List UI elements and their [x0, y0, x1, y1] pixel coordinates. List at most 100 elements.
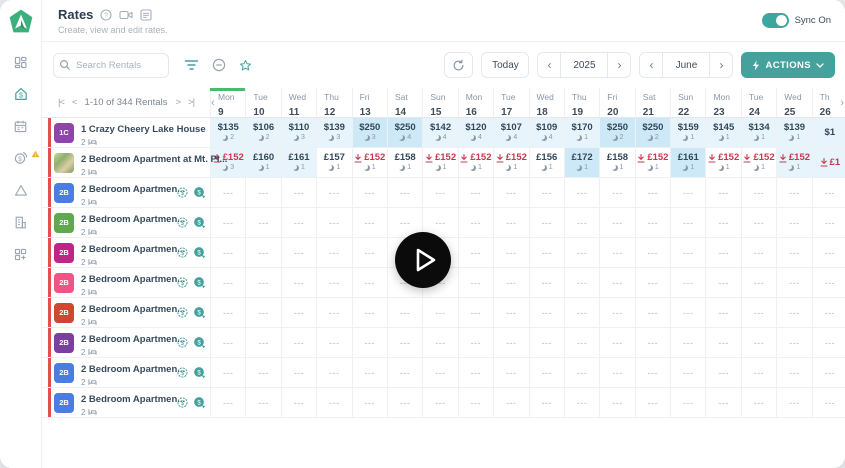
rate-cell[interactable]: --- — [564, 388, 599, 417]
rate-cell[interactable]: --- — [245, 178, 280, 207]
rate-cell[interactable]: --- — [493, 358, 528, 387]
rate-cell[interactable]: $2504 — [387, 118, 422, 147]
rate-cell[interactable]: --- — [352, 358, 387, 387]
video-icon[interactable] — [119, 9, 133, 21]
rental-name-cell[interactable]: 2B2 Bedroom Apartmen...2 $$ — [42, 358, 210, 387]
rate-cell[interactable]: $2502 — [599, 118, 634, 147]
rate-cell[interactable]: --- — [281, 238, 316, 267]
minus-circle-icon[interactable] — [212, 58, 226, 72]
rate-cell[interactable]: £1601 — [245, 148, 280, 177]
rate-cell[interactable]: --- — [599, 328, 634, 357]
rate-cell[interactable]: --- — [705, 268, 740, 297]
filter-icon[interactable] — [184, 59, 199, 71]
rate-cell[interactable]: £1521 — [458, 148, 493, 177]
rate-cell[interactable]: --- — [458, 268, 493, 297]
edit-rate-icon[interactable]: $ — [193, 216, 206, 229]
help-icon[interactable]: ? — [100, 9, 112, 21]
rate-cell[interactable]: --- — [776, 178, 811, 207]
refresh-button[interactable] — [444, 52, 473, 78]
actions-button[interactable]: ACTIONS — [741, 52, 835, 78]
rate-cell[interactable]: £1521 — [705, 148, 740, 177]
rate-cell[interactable]: --- — [599, 298, 634, 327]
rate-cell[interactable]: --- — [281, 358, 316, 387]
edit-rate-icon[interactable]: $ — [193, 276, 206, 289]
rate-cell[interactable]: £1521 — [635, 148, 670, 177]
rate-cell[interactable]: $1391 — [776, 118, 811, 147]
rate-cell[interactable]: --- — [741, 298, 776, 327]
rate-cell[interactable]: --- — [210, 358, 245, 387]
rate-cell[interactable]: --- — [387, 328, 422, 357]
sidebar-item-reports[interactable] — [0, 206, 42, 238]
rate-cell[interactable]: --- — [281, 298, 316, 327]
rate-cell[interactable]: --- — [281, 178, 316, 207]
rate-cell[interactable]: --- — [705, 298, 740, 327]
rate-cell[interactable]: --- — [352, 328, 387, 357]
rate-cell[interactable]: --- — [493, 328, 528, 357]
rate-cell[interactable]: --- — [529, 298, 564, 327]
rate-cell[interactable]: --- — [316, 268, 351, 297]
rate-cell[interactable]: --- — [352, 298, 387, 327]
rate-cell[interactable]: £1581 — [599, 148, 634, 177]
edit-rate-icon[interactable]: $ — [193, 246, 206, 259]
rental-name-cell[interactable]: 2B2 Bedroom Apartmen...2 $$ — [42, 298, 210, 327]
app-logo-icon[interactable] — [8, 8, 34, 34]
rate-cell[interactable]: --- — [776, 388, 811, 417]
rate-cell[interactable]: $1591 — [670, 118, 705, 147]
rate-cell[interactable]: --- — [705, 238, 740, 267]
rate-cell[interactable]: £1721 — [564, 148, 599, 177]
rate-cell[interactable]: £1 — [812, 148, 845, 177]
rate-cell[interactable]: --- — [635, 328, 670, 357]
rate-cell[interactable]: --- — [210, 298, 245, 327]
rate-cell[interactable]: --- — [352, 208, 387, 237]
rate-cell[interactable]: --- — [564, 358, 599, 387]
rate-cell[interactable]: --- — [245, 298, 280, 327]
rate-cell[interactable]: --- — [812, 328, 845, 357]
rate-cell[interactable]: --- — [210, 208, 245, 237]
rate-cell[interactable]: --- — [670, 208, 705, 237]
rate-cell[interactable]: --- — [635, 298, 670, 327]
rate-cell[interactable]: --- — [352, 178, 387, 207]
rate-cell[interactable]: $1094 — [529, 118, 564, 147]
rate-cell[interactable]: --- — [422, 328, 457, 357]
rate-cell[interactable]: $2502 — [635, 118, 670, 147]
rate-cell[interactable]: --- — [458, 328, 493, 357]
rate-settings-icon[interactable]: $ — [176, 306, 189, 319]
year-next-button[interactable]: › — [607, 52, 631, 78]
rate-cell[interactable]: --- — [458, 178, 493, 207]
rate-cell[interactable]: --- — [245, 358, 280, 387]
year-value[interactable]: 2025 — [560, 52, 608, 78]
rate-cell[interactable]: --- — [812, 298, 845, 327]
rate-cell[interactable]: --- — [670, 298, 705, 327]
rate-cell[interactable]: £1521 — [776, 148, 811, 177]
rate-cell[interactable]: --- — [529, 388, 564, 417]
notes-icon[interactable] — [140, 9, 152, 21]
rental-name-cell[interactable]: 2B2 Bedroom Apartmen...2 $$ — [42, 238, 210, 267]
rate-cell[interactable]: --- — [422, 388, 457, 417]
pagination-first-button[interactable]: |< — [58, 97, 64, 108]
rate-cell[interactable]: --- — [245, 208, 280, 237]
rate-cell[interactable]: --- — [635, 238, 670, 267]
rate-cell[interactable]: --- — [281, 328, 316, 357]
month-value[interactable]: June — [662, 52, 710, 78]
rate-cell[interactable]: $1393 — [316, 118, 351, 147]
rate-cell[interactable]: --- — [210, 388, 245, 417]
rate-cell[interactable]: --- — [493, 178, 528, 207]
rate-cell[interactable]: --- — [564, 208, 599, 237]
rate-cell[interactable]: £1581 — [387, 148, 422, 177]
star-icon[interactable] — [239, 59, 252, 72]
rate-cell[interactable]: $2503 — [352, 118, 387, 147]
rental-name-cell[interactable]: 2B2 Bedroom Apartmen...2 $$ — [42, 178, 210, 207]
rate-cell[interactable]: --- — [599, 178, 634, 207]
rate-settings-icon[interactable]: $ — [176, 396, 189, 409]
rate-cell[interactable]: --- — [245, 238, 280, 267]
rate-settings-icon[interactable]: $ — [176, 186, 189, 199]
rate-cell[interactable]: £1611 — [281, 148, 316, 177]
rate-cell[interactable]: --- — [210, 178, 245, 207]
rate-cell[interactable]: --- — [245, 328, 280, 357]
rate-cell[interactable]: --- — [705, 178, 740, 207]
rate-settings-icon[interactable]: $ — [176, 216, 189, 229]
rate-cell[interactable]: --- — [812, 268, 845, 297]
rate-cell[interactable]: --- — [741, 328, 776, 357]
rate-cell[interactable]: --- — [776, 358, 811, 387]
rate-cell[interactable]: --- — [316, 298, 351, 327]
